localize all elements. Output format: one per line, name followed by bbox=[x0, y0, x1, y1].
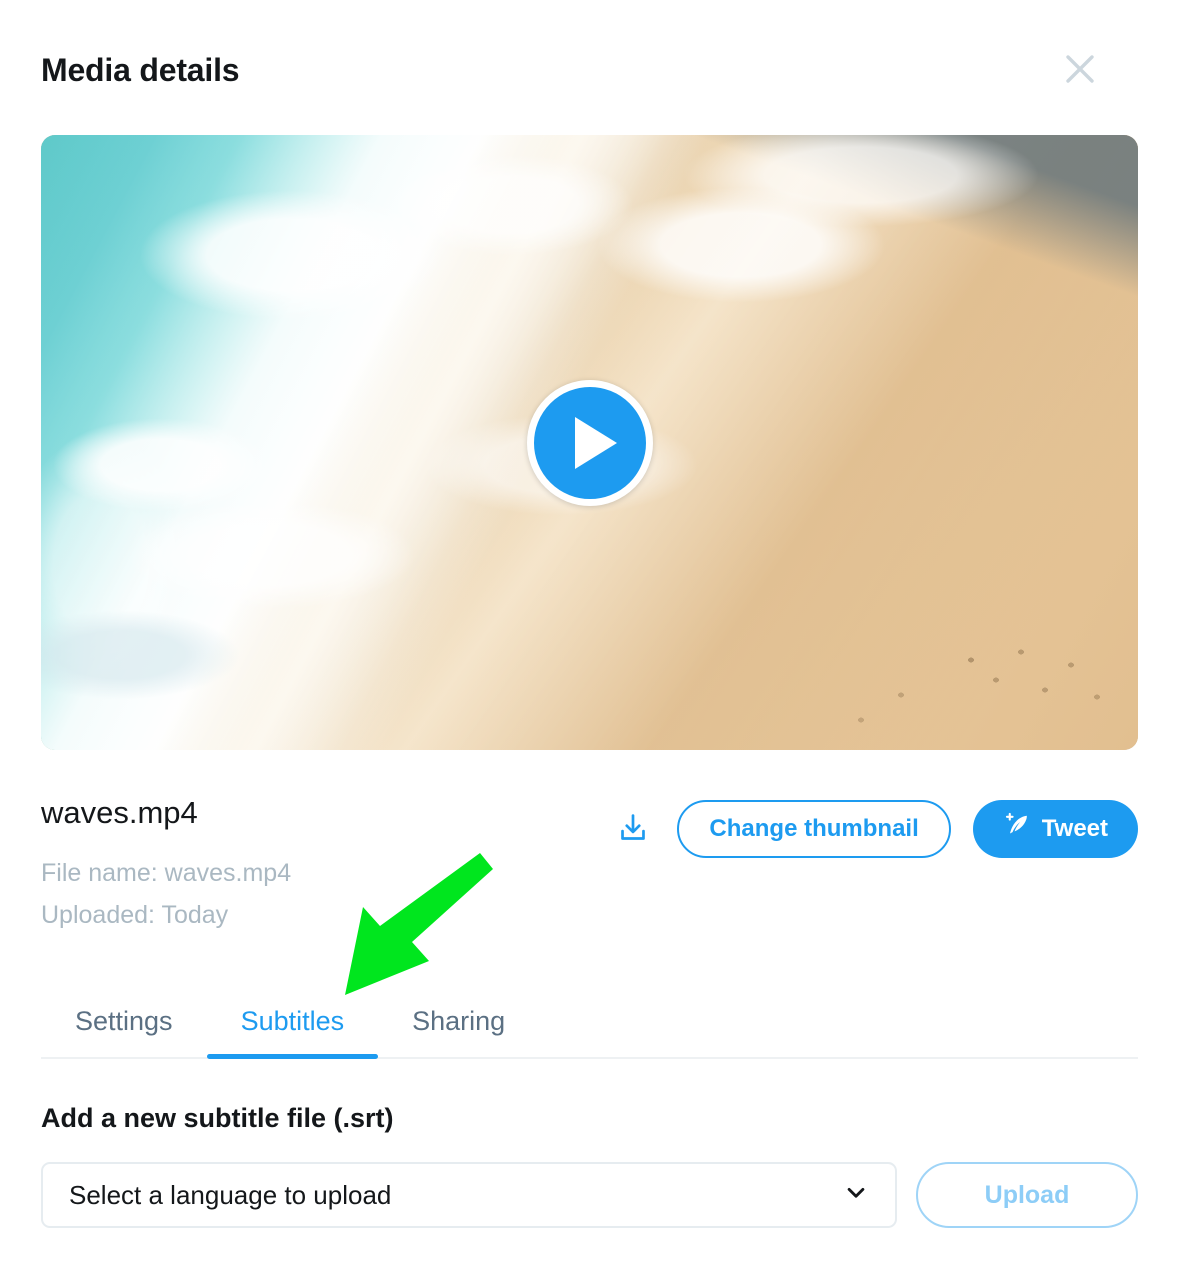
page-title: Media details bbox=[41, 51, 240, 88]
feather-compose-icon bbox=[1003, 812, 1031, 847]
language-select-wrapper: Select a language to upload bbox=[41, 1162, 897, 1229]
tab-subtitles[interactable]: Subtitles bbox=[206, 994, 379, 1060]
tab-settings[interactable]: Settings bbox=[41, 994, 207, 1057]
uploaded-text: Uploaded: Today bbox=[41, 901, 229, 930]
dialog-header: Media details bbox=[41, 0, 1138, 135]
subtitles-panel-heading: Add a new subtitle file (.srt) bbox=[41, 1103, 394, 1134]
tweet-button-label: Tweet bbox=[1041, 815, 1108, 842]
close-button[interactable] bbox=[1053, 42, 1107, 96]
close-icon bbox=[1060, 49, 1100, 89]
tab-sharing[interactable]: Sharing bbox=[378, 994, 539, 1057]
media-actions: Change thumbnail Tweet bbox=[611, 800, 1138, 858]
media-info-text: waves.mp4 File name: waves.mp4 Uploaded:… bbox=[41, 795, 291, 936]
media-details-dialog: Media details waves.mp4 File name: waves… bbox=[0, 0, 1179, 1276]
file-name-text: File name: waves.mp4 bbox=[41, 859, 292, 888]
upload-button[interactable]: Upload bbox=[916, 1162, 1138, 1229]
media-file-title: waves.mp4 bbox=[41, 795, 198, 830]
subtitle-upload-row: Select a language to upload Upload bbox=[41, 1162, 1138, 1229]
play-icon bbox=[574, 416, 617, 469]
tweet-button[interactable]: Tweet bbox=[972, 800, 1138, 858]
download-icon bbox=[616, 811, 650, 848]
download-button[interactable] bbox=[611, 807, 655, 851]
language-select[interactable]: Select a language to upload bbox=[41, 1162, 897, 1229]
video-thumbnail[interactable] bbox=[41, 135, 1138, 750]
tab-bar: Settings Subtitles Sharing bbox=[41, 994, 1138, 1060]
media-info-row: waves.mp4 File name: waves.mp4 Uploaded:… bbox=[41, 795, 1138, 936]
media-meta-block: File name: waves.mp4 Uploaded: Today bbox=[41, 852, 291, 936]
change-thumbnail-button[interactable]: Change thumbnail bbox=[677, 800, 951, 858]
subtitles-panel: Add a new subtitle file (.srt) Select a … bbox=[41, 1103, 1138, 1229]
play-button[interactable] bbox=[526, 379, 653, 506]
